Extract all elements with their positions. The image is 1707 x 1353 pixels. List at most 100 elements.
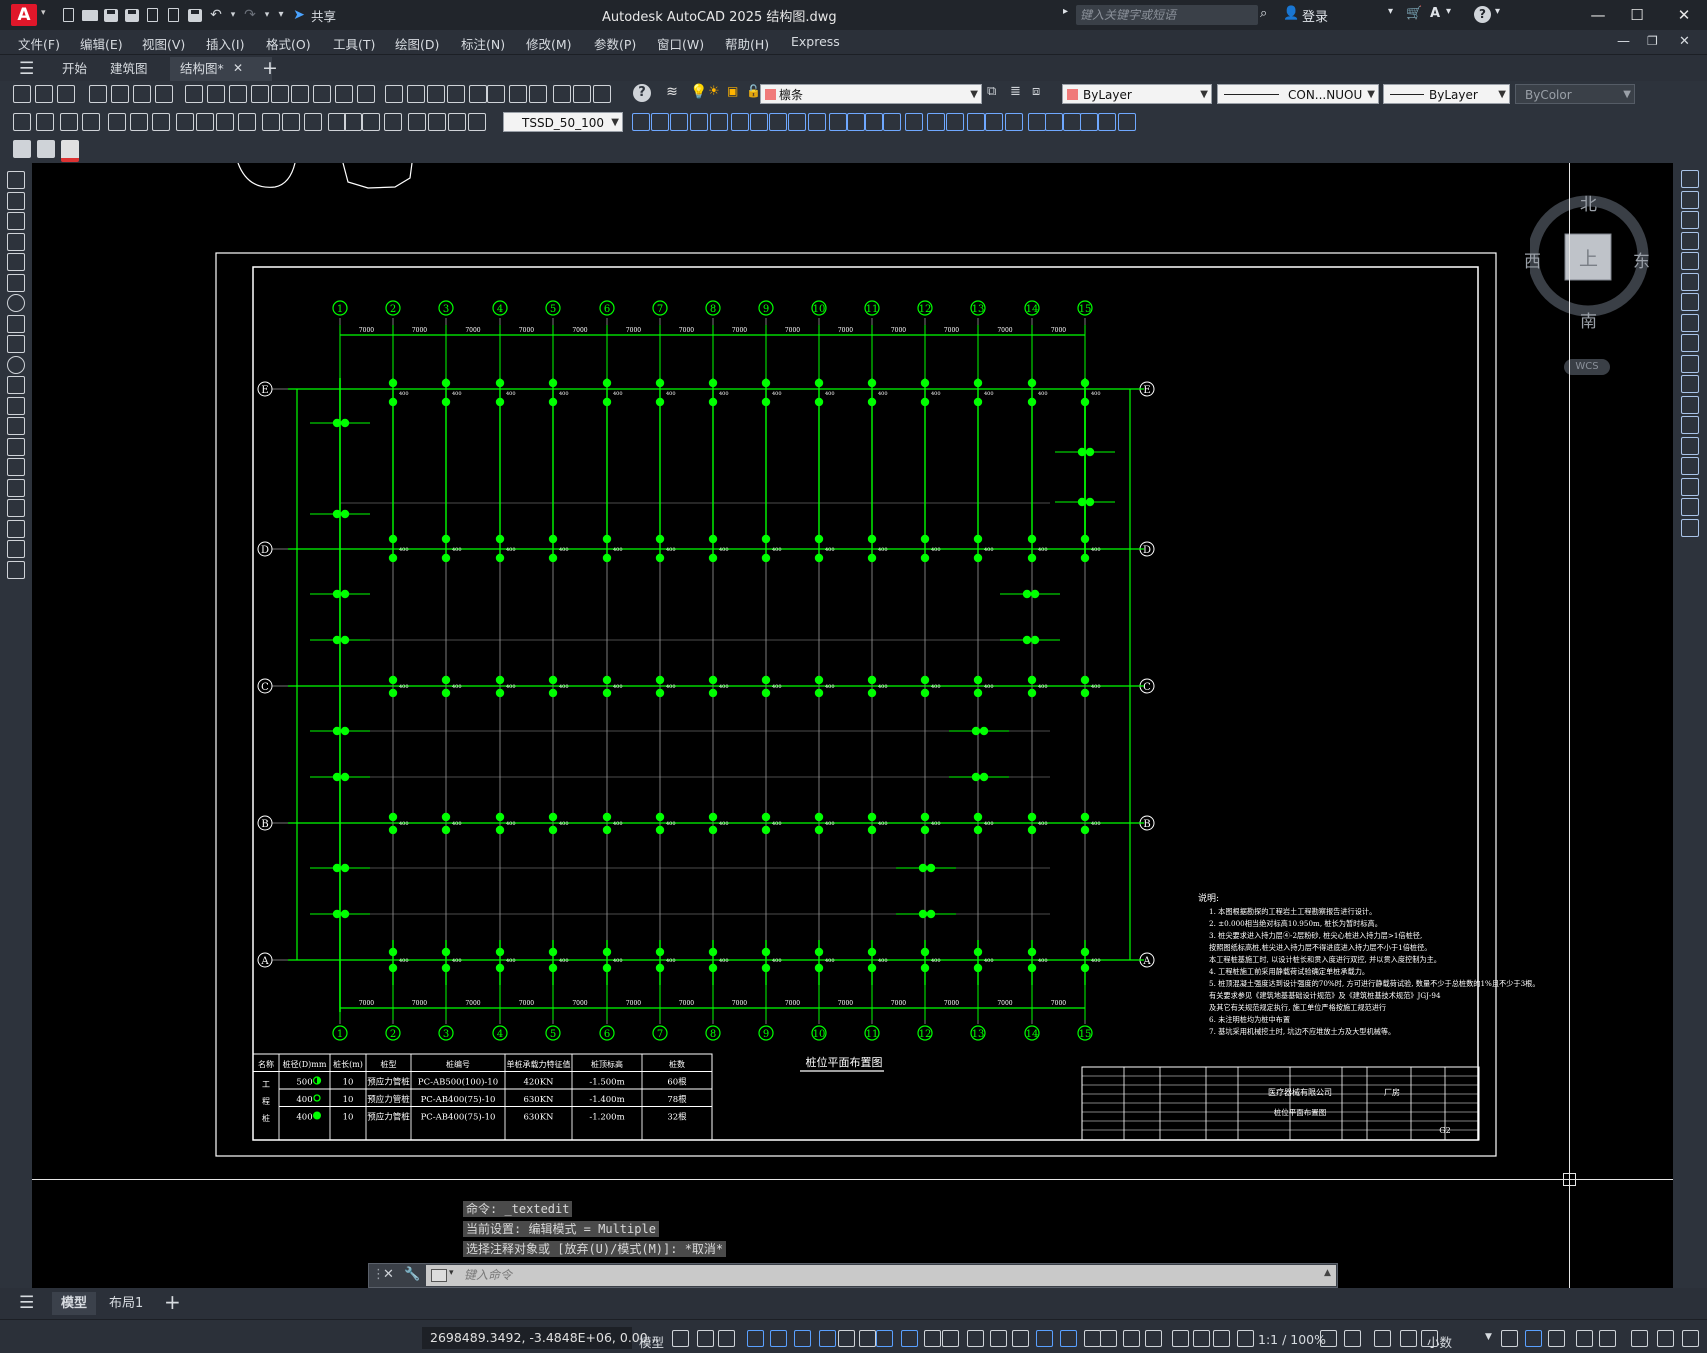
make-current-layer-icon[interactable]: ⧉ [987,84,1005,102]
jogged-icon[interactable] [130,113,148,131]
selection-filter-icon[interactable] [1060,1330,1077,1347]
isometric-draft-icon[interactable] [859,1330,876,1347]
modify-tool4-icon[interactable] [750,113,768,131]
linear-dim-icon[interactable] [13,113,31,131]
new-icon[interactable] [13,85,31,103]
help-toolbar-icon[interactable]: ? [633,84,651,102]
construction-line-icon[interactable] [7,191,25,210]
tab-close-icon[interactable]: ✕ [233,61,243,75]
graphics-performance-icon[interactable] [1344,1330,1361,1347]
jogged-linear-icon[interactable] [362,113,380,131]
redo-dropdown-icon[interactable] [357,85,375,103]
modify-tool11-icon[interactable] [883,113,901,131]
transparency-icon[interactable] [967,1330,984,1347]
modify-tool8-icon[interactable] [829,113,847,131]
modify-tool10-icon[interactable] [865,113,883,131]
radius-icon[interactable] [108,113,126,131]
make-block-icon[interactable] [7,417,25,435]
modify-tool19-icon[interactable] [1045,113,1063,131]
tab-layout1[interactable]: 布局1 [100,1292,152,1315]
undo-dropdown-icon[interactable] [313,85,331,103]
menu-express[interactable]: Express [791,34,840,49]
command-input[interactable]: 键入命令 [426,1265,1336,1286]
ortho-icon[interactable] [794,1330,811,1347]
tool-table-doc-icon[interactable] [37,140,55,158]
modify-tool22-icon[interactable] [1098,113,1116,131]
move-icon[interactable] [1681,272,1699,291]
dim-text-edit-icon[interactable] [408,113,426,131]
polar-dropdown-icon[interactable] [838,1330,855,1347]
dim-tool2-icon[interactable] [651,113,669,131]
modify-tool20-icon[interactable] [1063,113,1081,131]
add-selected-icon[interactable] [7,560,25,579]
redo-icon[interactable]: ↷ [241,7,259,23]
recent-commands-dropdown-icon[interactable]: ▾ [449,1268,454,1278]
doc-restore-button[interactable]: ❐ [1647,34,1658,48]
arc-length-icon[interactable] [60,113,78,131]
pan-icon[interactable] [385,85,403,103]
object-snap-tracking-icon[interactable] [876,1330,893,1347]
modify-tool13-icon[interactable] [927,113,945,131]
extend-icon[interactable] [1681,375,1699,393]
multiline-text-icon[interactable] [7,540,25,558]
modify-tool-icon[interactable] [690,113,708,131]
snap-mode-icon[interactable] [697,1330,714,1347]
chamfer-icon[interactable] [1681,457,1699,475]
units-select[interactable]: 小数 [1427,1332,1452,1351]
zoom-previous-icon[interactable] [447,85,465,103]
ordinate-icon[interactable] [82,113,100,131]
tab-start[interactable]: 开始 [52,57,97,81]
modify-tool21-icon[interactable] [1080,113,1098,131]
units-icon[interactable] [1193,1330,1210,1347]
trim-icon[interactable] [1681,354,1699,373]
snap-dropdown-icon[interactable] [718,1330,735,1347]
navigation-icon[interactable] [1525,1330,1542,1347]
customize-wrench-icon[interactable]: 🔧 [404,1267,420,1282]
publish-icon[interactable] [133,85,151,103]
gizmo-icon[interactable] [1084,1330,1101,1347]
coordinates-readout[interactable]: 2698489.3492, -3.4848E+06, 0.00... [422,1327,660,1349]
break-icon[interactable] [1681,416,1699,434]
region-icon[interactable] [7,499,25,517]
layer-properties-icon[interactable]: ≋ [663,84,681,102]
auto-scale-icon[interactable] [1123,1330,1140,1347]
modify-tool17-icon[interactable] [1005,113,1023,131]
table-icon[interactable] [7,519,25,538]
copy-object-icon[interactable] [1681,190,1699,209]
print-icon[interactable] [89,85,107,103]
modify-tool12-icon[interactable] [905,113,923,131]
search-expand-icon[interactable]: ▸ [1063,6,1068,17]
print-icon[interactable] [186,7,204,23]
isolate-objects-icon[interactable] [1599,1330,1616,1347]
plot-preview-icon[interactable] [144,7,162,23]
search-icon[interactable]: ⌕ [1260,6,1267,21]
inspect-icon[interactable] [344,113,362,131]
lineweight-icon[interactable] [942,1330,959,1347]
3d-print-icon[interactable] [155,85,173,103]
polar-tracking-icon[interactable] [819,1330,836,1347]
tab-model[interactable]: 模型 [52,1292,97,1315]
insert-block-icon[interactable] [7,396,25,415]
app-dropdown-icon[interactable]: ▾ [1446,6,1451,17]
paste-icon[interactable] [229,85,247,103]
login-button[interactable]: 登录 [1302,6,1328,25]
line-icon[interactable] [7,171,25,189]
tab-architecture[interactable]: 建筑图 [100,57,158,81]
erase-icon[interactable] [1681,170,1699,188]
undo-icon[interactable] [291,85,309,103]
undo-icon[interactable]: ↶ [207,7,225,23]
new-tab-icon[interactable]: + [262,57,278,79]
add-layout-icon[interactable]: + [164,1290,181,1314]
menu-view[interactable]: 视图(V) [142,34,185,53]
tab-structure[interactable]: 结构图* [170,57,272,81]
doc-minimize-button[interactable]: — [1617,34,1630,49]
dim-space-icon[interactable] [262,113,280,131]
help-dropdown-icon[interactable]: ▾ [1495,6,1500,17]
window-restore-button[interactable]: ☐ [1617,4,1657,26]
rectangle-icon[interactable] [7,253,25,271]
share-button[interactable]: 共享 [311,6,336,25]
expand-history-icon[interactable]: ▲ [1324,1268,1331,1278]
annotation-scale-icon-icon[interactable] [1145,1330,1162,1347]
modify-tool2-icon[interactable] [710,113,728,131]
layout-menu-icon[interactable]: ☰ [19,1293,34,1313]
